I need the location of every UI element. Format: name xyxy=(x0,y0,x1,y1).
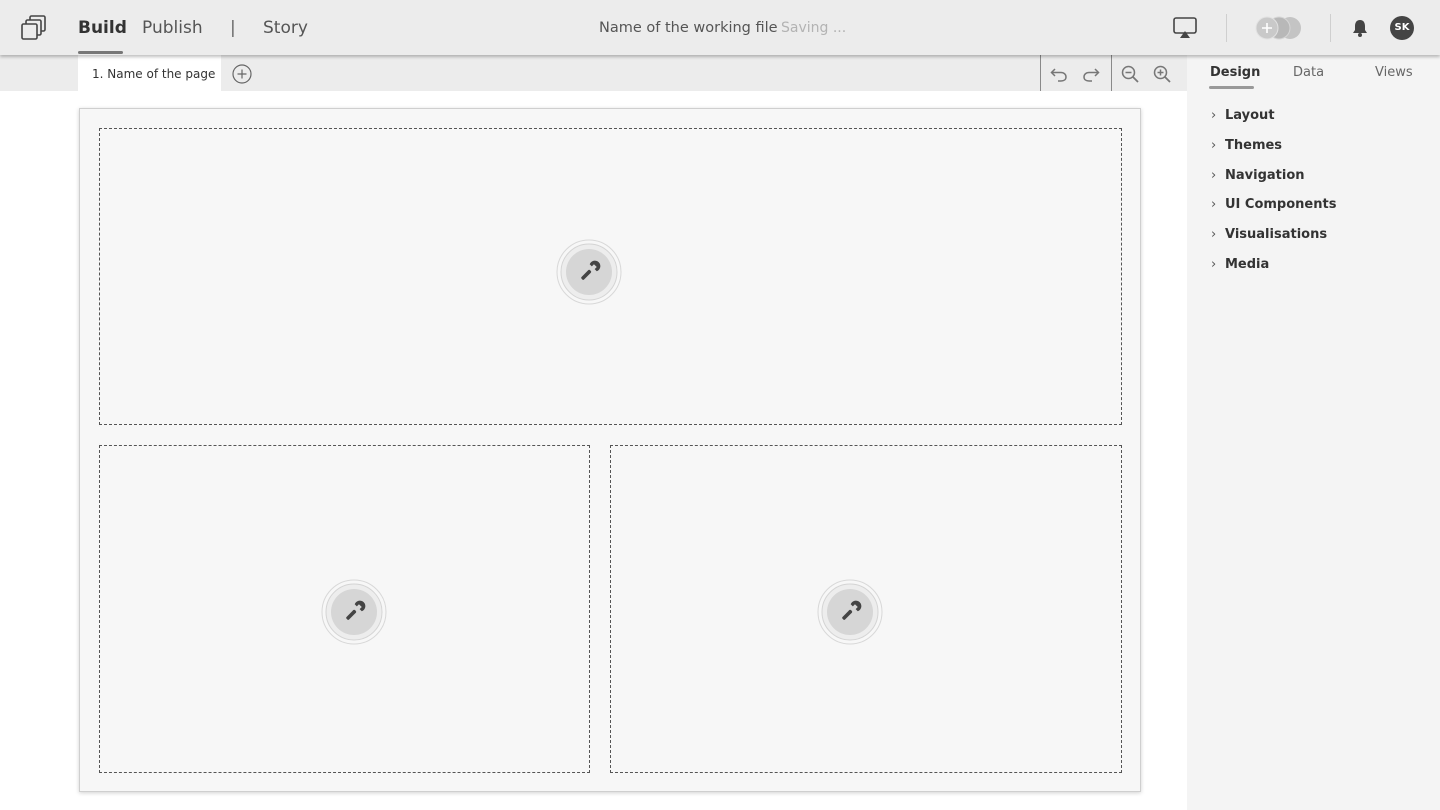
active-tab-indicator xyxy=(78,51,123,54)
undo-icon[interactable] xyxy=(1049,64,1069,84)
canvas-area xyxy=(0,91,1187,810)
page-tab[interactable]: 1. Name of the page xyxy=(78,55,221,91)
section-media[interactable]: › Media xyxy=(1211,257,1269,277)
page-canvas xyxy=(79,108,1141,792)
page-tab-label: 1. Name of the page xyxy=(92,67,216,81)
chevron-right-icon: › xyxy=(1211,257,1217,272)
nav-separator: | xyxy=(230,18,236,38)
add-page-plus-circle-icon[interactable] xyxy=(232,64,252,84)
toolbar-divider xyxy=(1040,55,1041,91)
layout-slot-bottom-left[interactable] xyxy=(99,445,590,773)
logo-icon[interactable] xyxy=(20,14,48,42)
user-avatar[interactable]: SK xyxy=(1390,16,1414,40)
section-layout[interactable]: › Layout xyxy=(1211,108,1275,128)
section-navigation[interactable]: › Navigation xyxy=(1211,168,1305,188)
chevron-right-icon: › xyxy=(1211,197,1217,212)
tab-design[interactable]: Design xyxy=(1210,65,1260,80)
tab-data[interactable]: Data xyxy=(1293,65,1324,80)
zoom-in-icon[interactable] xyxy=(1152,64,1172,84)
chevron-right-icon: › xyxy=(1211,138,1217,153)
header-divider xyxy=(1330,14,1331,42)
wrench-icon[interactable] xyxy=(556,239,622,305)
layout-slot-top[interactable] xyxy=(99,128,1122,425)
wrench-icon[interactable] xyxy=(817,579,883,645)
layout-slot-bottom-right[interactable] xyxy=(610,445,1122,773)
redo-icon[interactable] xyxy=(1081,64,1101,84)
tab-views[interactable]: Views xyxy=(1375,65,1413,80)
chevron-right-icon: › xyxy=(1211,108,1217,123)
tab-build[interactable]: Build xyxy=(78,18,127,38)
section-ui-components[interactable]: › UI Components xyxy=(1211,197,1336,217)
section-visualisations[interactable]: › Visualisations xyxy=(1211,227,1327,247)
chevron-right-icon: › xyxy=(1211,227,1217,242)
top-bar: Build Publish | Story Name of the workin… xyxy=(0,0,1440,55)
page-tabs-bar: 1. Name of the page xyxy=(0,55,1187,91)
add-collaborator-toggle[interactable] xyxy=(1255,16,1302,40)
header-divider xyxy=(1226,14,1227,42)
properties-panel: Design Data Views › Layout › Themes › Navig… xyxy=(1187,55,1440,810)
zoom-out-icon[interactable] xyxy=(1120,64,1140,84)
toolbar-divider xyxy=(1111,55,1112,91)
present-screen-icon[interactable] xyxy=(1172,15,1198,41)
working-file-name[interactable]: Name of the working file xyxy=(599,20,778,36)
tab-story[interactable]: Story xyxy=(263,18,308,38)
section-themes[interactable]: › Themes xyxy=(1211,138,1282,158)
wrench-icon[interactable] xyxy=(321,579,387,645)
tab-publish[interactable]: Publish xyxy=(142,18,203,38)
saving-status: Saving ... xyxy=(781,20,847,36)
chevron-right-icon: › xyxy=(1211,168,1217,183)
bell-icon[interactable] xyxy=(1350,18,1370,38)
active-panel-tab-indicator xyxy=(1209,86,1254,89)
